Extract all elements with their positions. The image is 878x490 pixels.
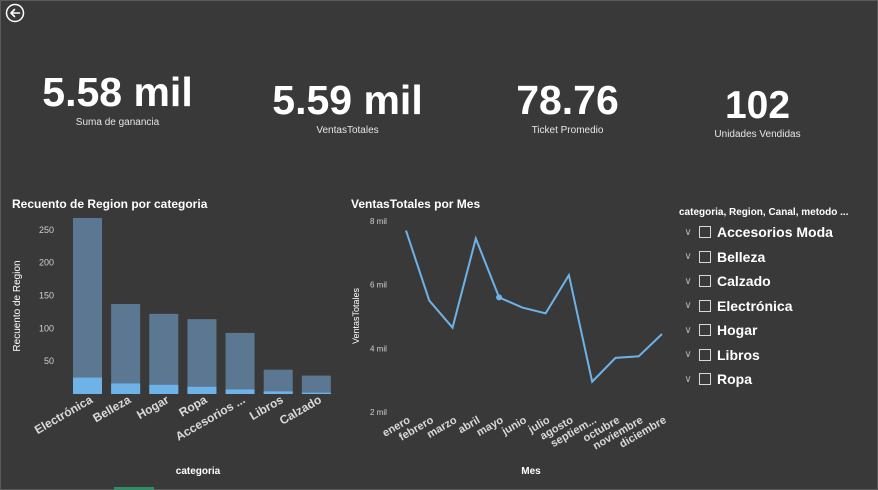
checkbox[interactable] (699, 324, 711, 336)
slicer-item[interactable]: ∨ Calzado (681, 271, 771, 291)
chevron-down-icon[interactable]: ∨ (681, 325, 695, 336)
line-chart[interactable]: 2 mil4 mil6 mil8 milenerofebreromarzoabr… (340, 210, 670, 485)
kpi-card-ticket[interactable]: 78.76 Ticket Promedio (480, 77, 655, 137)
slicer-item-label: Calzado (717, 273, 771, 289)
y-tick-label: 200 (39, 258, 54, 268)
y-tick-label: 4 mil (370, 344, 387, 353)
x-axis-title: categoria (176, 466, 221, 477)
x-tick-label: junio (499, 414, 529, 438)
x-tick-label: Hogar (134, 392, 171, 422)
bar-total (301, 375, 331, 394)
slicer-item[interactable]: ∨ Hogar (681, 320, 757, 340)
slicer-item-label: Libros (717, 346, 760, 363)
checkbox[interactable] (699, 299, 711, 312)
x-tick-label: Belleza (90, 392, 133, 425)
kpi-label: Suma de ganancia (75, 117, 160, 128)
kpi-value: 102 (724, 84, 791, 127)
y-tick-label: 2 mil (370, 408, 387, 417)
slicer-item[interactable]: ∨ Belleza (681, 247, 765, 267)
kpi-label: VentasTotales (316, 125, 379, 136)
back-arrow-icon[interactable] (5, 3, 25, 23)
checkbox[interactable] (699, 275, 711, 287)
kpi-card-ganancia[interactable]: 5.58 mil Suma de ganancia (30, 69, 205, 129)
x-tick-label: Electrónica (32, 392, 95, 437)
bar-chart-title: Recuento de Region por categoria (12, 197, 208, 211)
slicer-item-label: Electrónica (717, 297, 793, 314)
y-tick-label: 150 (39, 290, 54, 300)
y-axis-title: Recuento de Region (12, 260, 23, 351)
chevron-down-icon[interactable]: ∨ (681, 300, 695, 311)
y-tick-label: 50 (44, 356, 54, 366)
slicer-item[interactable]: ∨ Accesorios Moda (681, 222, 833, 242)
x-axis-title: Mes (521, 466, 541, 477)
line-chart-title: VentasTotales por Mes (351, 197, 481, 211)
checkbox[interactable] (699, 348, 711, 361)
bar-chart[interactable]: 50100150200250ElectrónicaBelleza Hogar Rop… (0, 210, 340, 485)
bar-highlight (73, 377, 102, 394)
slicer-item-label: Hogar (717, 322, 758, 338)
kpi-card-unidades[interactable]: 102 Unidades Vendidas (670, 86, 845, 140)
sales-line (405, 230, 663, 384)
line-point (496, 294, 503, 301)
kpi-label: Unidades Vendidas (714, 129, 801, 140)
bar-total (263, 369, 293, 394)
slicer-title: categoria, Region, Canal, metodo ... (679, 207, 849, 218)
checkbox[interactable] (699, 226, 711, 238)
bar-total (111, 304, 141, 394)
slicer-item-label: Ropa (717, 371, 752, 387)
kpi-value: 78.76 (516, 77, 619, 123)
y-tick-label: 6 mil (370, 281, 387, 290)
chevron-down-icon[interactable]: ∨ (681, 374, 695, 385)
slicer-item-label: Accesorios Moda (717, 224, 833, 240)
bar-total (149, 313, 179, 394)
chevron-down-icon[interactable]: ∨ (681, 251, 695, 262)
kpi-label: Ticket Promedio (531, 125, 604, 136)
chevron-down-icon[interactable]: ∨ (681, 349, 695, 360)
y-tick-label: 8 mil (370, 217, 387, 226)
y-tick-label: 100 (39, 323, 54, 333)
checkbox[interactable] (699, 250, 711, 263)
bar-total (225, 332, 255, 394)
bar-total (73, 218, 102, 394)
slicer-item[interactable]: ∨ Libros (681, 345, 760, 365)
chevron-down-icon[interactable]: ∨ (681, 227, 695, 238)
chevron-down-icon[interactable]: ∨ (681, 276, 695, 287)
kpi-value: 5.58 mil (42, 69, 193, 115)
kpi-value: 5.59 mil (272, 77, 423, 123)
kpi-card-ventas[interactable]: 5.59 mil VentasTotales (260, 77, 435, 137)
slicer-item[interactable]: ∨ Electrónica (681, 296, 792, 316)
bar-total (187, 319, 217, 394)
y-axis-title: VentasTotales (351, 287, 361, 344)
slicer-item[interactable]: ∨ Ropa (681, 369, 752, 389)
y-tick-label: 250 (39, 225, 54, 235)
checkbox[interactable] (699, 373, 711, 385)
x-tick-label: Calzado (277, 392, 324, 427)
slicer-item-label: Belleza (717, 248, 766, 265)
